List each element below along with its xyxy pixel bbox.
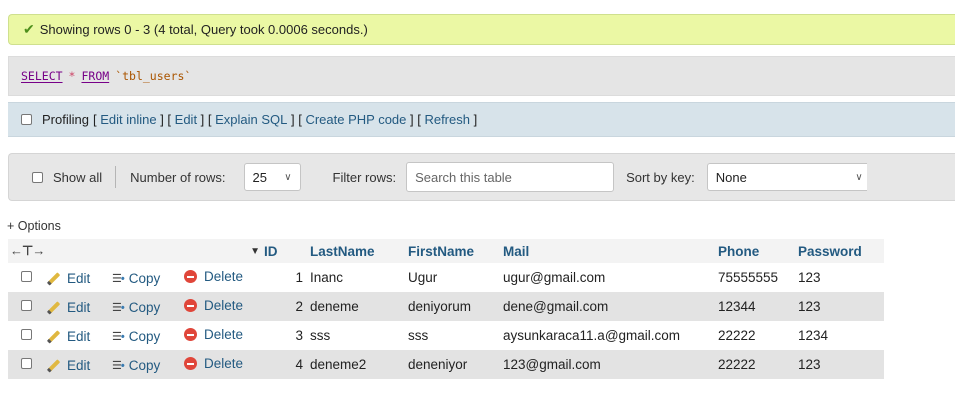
cell-lastname[interactable]: Inanc xyxy=(310,263,408,292)
success-message: Showing rows 0 - 3 (4 total, Query took … xyxy=(39,22,368,37)
success-message-bar: ✔ Showing rows 0 - 3 (4 total, Query too… xyxy=(8,14,955,45)
sort-label: Sort by key: xyxy=(626,169,695,185)
cell-phone[interactable]: 22222 xyxy=(718,350,798,379)
delete-icon xyxy=(184,357,197,370)
header-actions: ←⊤→ ▼ xyxy=(8,239,264,263)
sql-table-name: `tbl_users` xyxy=(115,69,192,83)
chevron-down-icon: ∨ xyxy=(855,171,863,183)
cell-password[interactable]: 1234 xyxy=(798,321,884,350)
cell-firstname[interactable]: deneniyor xyxy=(408,350,503,379)
cell-firstname[interactable]: sss xyxy=(408,321,503,350)
cell-id[interactable]: 2 xyxy=(264,292,310,321)
column-arrows-icon[interactable]: ←⊤→ xyxy=(10,243,45,259)
edit-button[interactable]: Edit xyxy=(44,329,90,344)
column-header-firstname[interactable]: FirstName xyxy=(408,239,503,263)
cell-lastname[interactable]: sss xyxy=(310,321,408,350)
sort-toggle-icon[interactable]: ▼ xyxy=(250,246,260,257)
explain-sql-link[interactable]: Explain SQL xyxy=(215,112,287,127)
results-table: ←⊤→ ▼ ID LastName FirstName Mail Phone P… xyxy=(8,239,884,379)
cell-mail[interactable]: dene@gmail.com xyxy=(503,292,718,321)
cell-phone[interactable]: 75555555 xyxy=(718,263,798,292)
cell-mail[interactable]: ugur@gmail.com xyxy=(503,263,718,292)
pencil-icon xyxy=(46,330,61,344)
sort-select[interactable]: None ∨ xyxy=(706,163,867,191)
delete-icon xyxy=(184,328,197,341)
cell-id[interactable]: 4 xyxy=(264,350,310,379)
edit-button[interactable]: Edit xyxy=(44,271,90,286)
cell-lastname[interactable]: deneme2 xyxy=(310,350,408,379)
options-link[interactable]: + Options xyxy=(7,219,61,233)
delete-button[interactable]: Delete xyxy=(184,269,243,284)
cell-phone[interactable]: 12344 xyxy=(718,292,798,321)
row-checkbox[interactable] xyxy=(20,300,32,311)
table-row: Edit ☰• Copy Delete 4 deneme2 deneniyor 1… xyxy=(8,350,884,379)
show-all-checkbox[interactable] xyxy=(32,171,43,183)
sql-operator: * xyxy=(68,69,76,83)
cell-lastname[interactable]: deneme xyxy=(310,292,408,321)
filter-label: Filter rows: xyxy=(332,169,397,185)
row-checkbox[interactable] xyxy=(20,358,32,369)
delete-button[interactable]: Delete xyxy=(184,298,243,313)
sql-keyword-from: FROM xyxy=(81,69,110,83)
pencil-icon xyxy=(46,301,61,315)
copy-icon: ☰• xyxy=(112,359,125,372)
column-header-id[interactable]: ID xyxy=(264,239,310,263)
navigation-bar: Show all Number of rows: 25 ∨ Filter row… xyxy=(8,153,955,201)
copy-icon: ☰• xyxy=(112,330,125,343)
cell-phone[interactable]: 22222 xyxy=(718,321,798,350)
cell-id[interactable]: 3 xyxy=(264,321,310,350)
delete-button[interactable]: Delete xyxy=(184,356,243,371)
cell-password[interactable]: 123 xyxy=(798,350,884,379)
cell-mail[interactable]: aysunkaraca11.a@gmail.com xyxy=(503,321,718,350)
cell-password[interactable]: 123 xyxy=(798,292,884,321)
copy-button[interactable]: ☰• Copy xyxy=(112,358,160,373)
edit-button[interactable]: Edit xyxy=(44,300,90,315)
checkmark-icon: ✔ xyxy=(23,21,35,37)
copy-button[interactable]: ☰• Copy xyxy=(112,300,160,315)
filter-input[interactable]: Search this table xyxy=(406,162,615,192)
copy-button[interactable]: ☰• Copy xyxy=(112,329,160,344)
column-header-mail[interactable]: Mail xyxy=(503,239,718,263)
copy-icon: ☰• xyxy=(112,301,125,314)
sql-keyword-select: SELECT xyxy=(21,69,63,83)
delete-icon xyxy=(184,270,197,283)
pencil-icon xyxy=(46,272,61,286)
copy-button[interactable]: ☰• Copy xyxy=(112,271,160,286)
cell-password[interactable]: 123 xyxy=(798,263,884,292)
row-checkbox[interactable] xyxy=(20,271,32,282)
create-php-code-link[interactable]: Create PHP code xyxy=(305,112,406,127)
table-row: Edit ☰• Copy Delete 1 Inanc Ugur ugur@gma… xyxy=(8,263,884,292)
column-header-password[interactable]: Password xyxy=(798,239,884,263)
refresh-link[interactable]: Refresh xyxy=(424,112,470,127)
cell-firstname[interactable]: Ugur xyxy=(408,263,503,292)
profiling-checkbox[interactable] xyxy=(21,114,32,125)
column-header-phone[interactable]: Phone xyxy=(718,239,798,263)
cell-id[interactable]: 1 xyxy=(264,263,310,292)
profiling-bar: Profiling [ Edit inline ] [ Edit ] [ Exp… xyxy=(8,102,955,137)
chevron-down-icon: ∨ xyxy=(284,171,292,183)
table-header-row: ←⊤→ ▼ ID LastName FirstName Mail Phone P… xyxy=(8,239,884,263)
rows-select[interactable]: 25 ∨ xyxy=(243,163,301,191)
pencil-icon xyxy=(46,359,61,373)
delete-icon xyxy=(184,299,197,312)
sql-query-box[interactable]: SELECT * FROM `tbl_users` xyxy=(8,56,955,96)
column-header-lastname[interactable]: LastName xyxy=(310,239,408,263)
edit-link[interactable]: Edit xyxy=(175,112,197,127)
copy-icon: ☰• xyxy=(112,272,125,285)
cell-mail[interactable]: 123@gmail.com xyxy=(503,350,718,379)
row-checkbox[interactable] xyxy=(20,329,32,340)
edit-button[interactable]: Edit xyxy=(44,358,90,373)
show-all-label[interactable]: Show all xyxy=(53,170,102,185)
cell-firstname[interactable]: deniyorum xyxy=(408,292,503,321)
delete-button[interactable]: Delete xyxy=(184,327,243,342)
rows-label: Number of rows: xyxy=(130,169,226,185)
table-row: Edit ☰• Copy Delete 2 deneme deniyorum de… xyxy=(8,292,884,321)
table-row: Edit ☰• Copy Delete 3 sss sss aysunkaraca… xyxy=(8,321,884,350)
edit-inline-link[interactable]: Edit inline xyxy=(100,112,156,127)
separator xyxy=(115,166,117,188)
profiling-label: Profiling xyxy=(42,112,89,127)
